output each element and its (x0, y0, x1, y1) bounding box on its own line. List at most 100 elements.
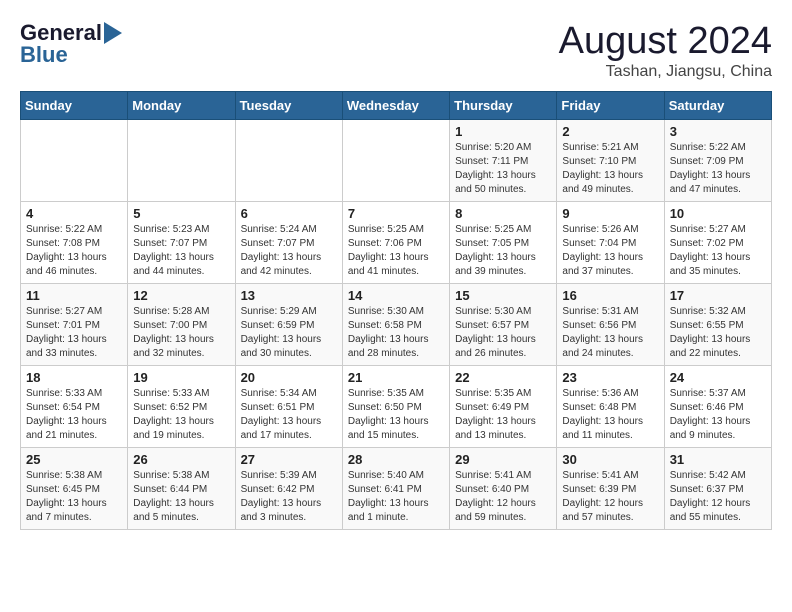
day-number: 14 (348, 288, 444, 303)
calendar-cell: 29Sunrise: 5:41 AM Sunset: 6:40 PM Dayli… (450, 448, 557, 530)
day-info: Sunrise: 5:20 AM Sunset: 7:11 PM Dayligh… (455, 141, 551, 197)
day-number: 24 (670, 370, 766, 385)
calendar-cell: 26 Sunrise: 5:38 AM Sunset: 6:44 PM Dayli… (128, 448, 235, 530)
weekday-header-thursday: Thursday (450, 92, 557, 120)
day-info: Sunrise: 5:33 AM Sunset: 6:54 PM Dayligh… (26, 387, 122, 443)
day-info: Sunrise: 5:39 AM Sunset: 6:42 PM Dayligh… (241, 469, 337, 525)
calendar-cell: 16 Sunrise: 5:31 AM Sunset: 6:56 PM Dayli… (557, 284, 664, 366)
day-number: 1 (455, 124, 551, 139)
day-number: 2 (562, 124, 658, 139)
weekday-header-wednesday: Wednesday (342, 92, 449, 120)
weekday-header-saturday: Saturday (664, 92, 771, 120)
day-info: Sunrise: 5:34 AM Sunset: 6:51 PM Dayligh… (241, 387, 337, 443)
calendar-cell: 12Sunrise: 5:28 AM Sunset: 7:00 PM Dayli… (128, 284, 235, 366)
day-number: 16 (562, 288, 658, 303)
calendar-cell: 22 Sunrise: 5:35 AM Sunset: 6:49 PM Dayli… (450, 366, 557, 448)
day-number: 11 (26, 288, 122, 303)
day-number: 30 (562, 452, 658, 467)
calendar-cell: 1 Sunrise: 5:20 AM Sunset: 7:11 PM Daylig… (450, 120, 557, 202)
calendar-cell: 7Sunrise: 5:25 AM Sunset: 7:06 PM Daylig… (342, 202, 449, 284)
day-info: Sunrise: 5:33 AM Sunset: 6:52 PM Dayligh… (133, 387, 229, 443)
location-text: Tashan, Jiangsu, China (559, 63, 772, 81)
day-info: Sunrise: 5:29 AM Sunset: 6:59 PM Dayligh… (241, 305, 337, 361)
calendar-cell: 6Sunrise: 5:24 AM Sunset: 7:07 PM Daylig… (235, 202, 342, 284)
page-header: General Blue August 2024 Tashan, Jiangsu… (20, 20, 772, 81)
day-number: 17 (670, 288, 766, 303)
calendar-cell: 8 Sunrise: 5:25 AM Sunset: 7:05 PM Daylig… (450, 202, 557, 284)
weekday-header-row: SundayMondayTuesdayWednesdayThursdayFrid… (21, 92, 772, 120)
day-number: 23 (562, 370, 658, 385)
calendar-cell: 18 Sunrise: 5:33 AM Sunset: 6:54 PM Dayli… (21, 366, 128, 448)
week-row-5: 25Sunrise: 5:38 AM Sunset: 6:45 PM Dayli… (21, 448, 772, 530)
calendar-cell: 14 Sunrise: 5:30 AM Sunset: 6:58 PM Dayli… (342, 284, 449, 366)
day-info: Sunrise: 5:35 AM Sunset: 6:50 PM Dayligh… (348, 387, 444, 443)
day-info: Sunrise: 5:23 AM Sunset: 7:07 PM Dayligh… (133, 223, 229, 279)
week-row-3: 11 Sunrise: 5:27 AM Sunset: 7:01 PM Dayli… (21, 284, 772, 366)
day-number: 15 (455, 288, 551, 303)
day-info: Sunrise: 5:22 AM Sunset: 7:08 PM Dayligh… (26, 223, 122, 279)
calendar-cell: 27 Sunrise: 5:39 AM Sunset: 6:42 PM Dayli… (235, 448, 342, 530)
calendar-cell (342, 120, 449, 202)
week-row-2: 4 Sunrise: 5:22 AM Sunset: 7:08 PM Daylig… (21, 202, 772, 284)
calendar-cell: 17 Sunrise: 5:32 AM Sunset: 6:55 PM Dayli… (664, 284, 771, 366)
weekday-header-tuesday: Tuesday (235, 92, 342, 120)
calendar-cell: 25Sunrise: 5:38 AM Sunset: 6:45 PM Dayli… (21, 448, 128, 530)
day-info: Sunrise: 5:41 AM Sunset: 6:40 PM Dayligh… (455, 469, 551, 525)
day-info: Sunrise: 5:27 AM Sunset: 7:01 PM Dayligh… (26, 305, 122, 361)
day-info: Sunrise: 5:31 AM Sunset: 6:56 PM Dayligh… (562, 305, 658, 361)
day-info: Sunrise: 5:38 AM Sunset: 6:44 PM Dayligh… (133, 469, 229, 525)
day-number: 9 (562, 206, 658, 221)
weekday-header-sunday: Sunday (21, 92, 128, 120)
calendar-cell (128, 120, 235, 202)
calendar-cell: 4 Sunrise: 5:22 AM Sunset: 7:08 PM Daylig… (21, 202, 128, 284)
month-title: August 2024 (559, 20, 772, 63)
calendar-cell (235, 120, 342, 202)
logo-arrow-icon (104, 22, 122, 44)
day-number: 25 (26, 452, 122, 467)
calendar-cell: 31 Sunrise: 5:42 AM Sunset: 6:37 PM Dayli… (664, 448, 771, 530)
calendar-cell: 24 Sunrise: 5:37 AM Sunset: 6:46 PM Dayli… (664, 366, 771, 448)
day-number: 13 (241, 288, 337, 303)
day-info: Sunrise: 5:30 AM Sunset: 6:58 PM Dayligh… (348, 305, 444, 361)
logo-blue-text: Blue (20, 42, 68, 68)
day-info: Sunrise: 5:41 AM Sunset: 6:39 PM Dayligh… (562, 469, 658, 525)
calendar-cell: 30 Sunrise: 5:41 AM Sunset: 6:39 PM Dayli… (557, 448, 664, 530)
day-info: Sunrise: 5:30 AM Sunset: 6:57 PM Dayligh… (455, 305, 551, 361)
calendar-cell: 21 Sunrise: 5:35 AM Sunset: 6:50 PM Dayli… (342, 366, 449, 448)
day-number: 19 (133, 370, 229, 385)
day-info: Sunrise: 5:26 AM Sunset: 7:04 PM Dayligh… (562, 223, 658, 279)
day-number: 8 (455, 206, 551, 221)
day-info: Sunrise: 5:25 AM Sunset: 7:05 PM Dayligh… (455, 223, 551, 279)
calendar-cell: 28 Sunrise: 5:40 AM Sunset: 6:41 PM Dayli… (342, 448, 449, 530)
day-number: 21 (348, 370, 444, 385)
calendar-table: SundayMondayTuesdayWednesdayThursdayFrid… (20, 91, 772, 530)
day-info: Sunrise: 5:42 AM Sunset: 6:37 PM Dayligh… (670, 469, 766, 525)
weekday-header-monday: Monday (128, 92, 235, 120)
calendar-cell (21, 120, 128, 202)
calendar-cell: 2 Sunrise: 5:21 AM Sunset: 7:10 PM Daylig… (557, 120, 664, 202)
day-number: 18 (26, 370, 122, 385)
day-info: Sunrise: 5:24 AM Sunset: 7:07 PM Dayligh… (241, 223, 337, 279)
day-number: 4 (26, 206, 122, 221)
calendar-cell: 20Sunrise: 5:34 AM Sunset: 6:51 PM Dayli… (235, 366, 342, 448)
calendar-cell: 15 Sunrise: 5:30 AM Sunset: 6:57 PM Dayli… (450, 284, 557, 366)
day-number: 3 (670, 124, 766, 139)
day-number: 5 (133, 206, 229, 221)
day-info: Sunrise: 5:40 AM Sunset: 6:41 PM Dayligh… (348, 469, 444, 525)
day-info: Sunrise: 5:37 AM Sunset: 6:46 PM Dayligh… (670, 387, 766, 443)
day-number: 28 (348, 452, 444, 467)
day-number: 27 (241, 452, 337, 467)
calendar-cell: 5 Sunrise: 5:23 AM Sunset: 7:07 PM Daylig… (128, 202, 235, 284)
day-number: 31 (670, 452, 766, 467)
calendar-cell: 9 Sunrise: 5:26 AM Sunset: 7:04 PM Daylig… (557, 202, 664, 284)
title-area: August 2024 Tashan, Jiangsu, China (559, 20, 772, 81)
day-number: 12 (133, 288, 229, 303)
week-row-1: 1 Sunrise: 5:20 AM Sunset: 7:11 PM Daylig… (21, 120, 772, 202)
day-info: Sunrise: 5:32 AM Sunset: 6:55 PM Dayligh… (670, 305, 766, 361)
day-number: 26 (133, 452, 229, 467)
calendar-cell: 19 Sunrise: 5:33 AM Sunset: 6:52 PM Dayli… (128, 366, 235, 448)
day-info: Sunrise: 5:21 AM Sunset: 7:10 PM Dayligh… (562, 141, 658, 197)
day-info: Sunrise: 5:35 AM Sunset: 6:49 PM Dayligh… (455, 387, 551, 443)
week-row-4: 18 Sunrise: 5:33 AM Sunset: 6:54 PM Dayli… (21, 366, 772, 448)
day-number: 22 (455, 370, 551, 385)
